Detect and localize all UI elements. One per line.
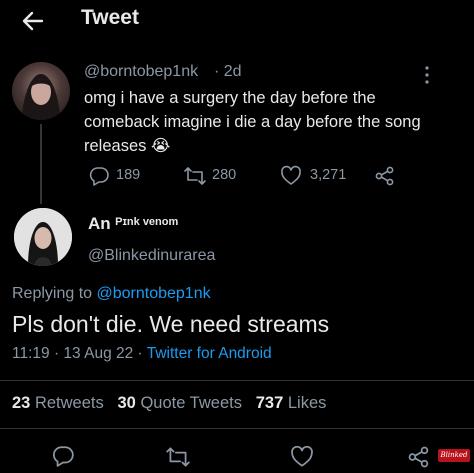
share-icon[interactable] [408,446,430,468]
more-vertical-icon[interactable] [423,65,431,85]
parent-tweet[interactable]: @borntobep1nk · 2d omg i have a surgery … [0,52,474,204]
retweet-icon[interactable] [183,166,207,186]
reply-icon[interactable] [88,165,110,187]
display-name-suffix: Pɪnk venom [115,216,179,228]
likes-count: 737 [255,394,284,412]
header: Tweet [0,0,474,44]
reply-count: 189 [116,167,141,183]
display-name[interactable]: An Pɪnk venom [88,214,178,234]
divider [0,380,474,381]
like-count: 3,271 [310,167,347,183]
author-handle[interactable]: @Blinkedinurarea [88,247,215,265]
display-name-prefix: An [88,214,111,233]
avatar[interactable] [12,62,70,120]
reply-icon[interactable] [51,444,75,468]
timestamp[interactable]: 11:19 · 13 Aug 22 · [12,345,143,362]
quotes-count: 30 [117,394,136,412]
quotes-stat[interactable]: 30 Quote Tweets [118,394,242,412]
avatar[interactable] [14,208,72,266]
parent-tweet-text: omg i have a surgery the day before the … [84,89,421,155]
heart-icon[interactable] [290,445,314,469]
replying-to: Replying to @borntobep1nk [12,285,211,303]
page-title: Tweet [81,6,139,29]
retweet-icon[interactable] [165,446,191,468]
divider [0,428,474,429]
retweets-label: Retweets [34,394,104,412]
heart-icon[interactable] [280,165,302,187]
watermark-text: Blinked [440,451,468,459]
source-link[interactable]: Twitter for Android [147,345,272,362]
likes-label: Likes [287,394,327,412]
replying-to-handle[interactable]: @borntobep1nk [97,285,211,302]
stats-row: 23 Retweets 30 Quote Tweets 737 Likes [12,394,326,413]
watermark: Blinked [438,449,470,462]
parent-handle[interactable]: @borntobep1nk [84,63,198,81]
share-icon[interactable] [375,166,395,186]
parent-time[interactable]: · 2d [214,63,242,81]
quotes-label: Quote Tweets [140,394,242,412]
back-arrow-icon[interactable] [20,8,46,34]
likes-stat[interactable]: 737 Likes [256,394,327,412]
thread-line [40,124,42,204]
retweet-count: 280 [212,167,237,183]
replying-to-label: Replying to [12,285,93,302]
retweets-count: 23 [12,394,31,412]
retweets-stat[interactable]: 23 Retweets [12,394,104,412]
main-tweet-text: Pls don't die. We need streams [12,311,330,337]
tweet-meta: 11:19 · 13 Aug 22 · Twitter for Android [12,345,272,363]
